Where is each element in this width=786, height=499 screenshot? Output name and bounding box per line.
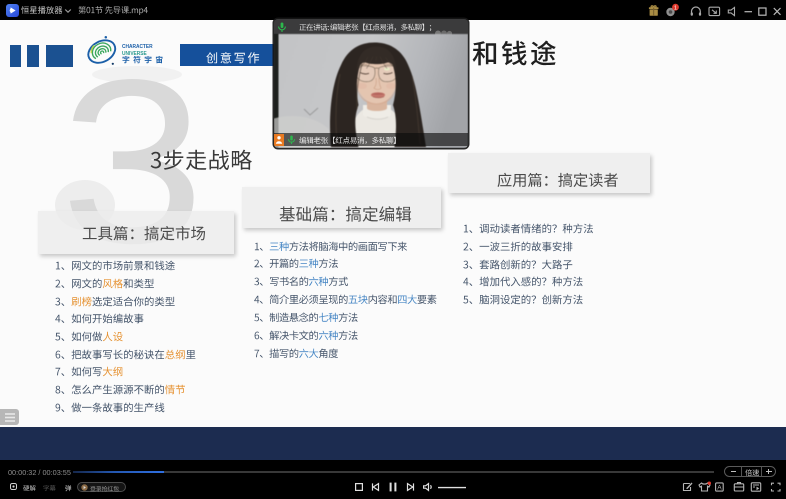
svg-text:A: A [717,484,722,491]
svg-text:1: 1 [674,5,677,11]
